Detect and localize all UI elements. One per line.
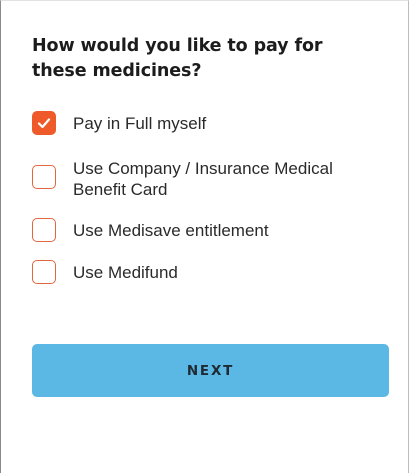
option-company-insurance-card[interactable]: Use Company / Insurance Medical Benefit …	[32, 159, 373, 200]
checkbox-medifund[interactable]	[32, 260, 56, 284]
option-medisave[interactable]: Use Medisave entitlement	[32, 218, 373, 242]
question-title: How would you like to pay for these medi…	[32, 36, 323, 81]
checkmark-icon	[37, 118, 51, 129]
payment-method-panel: How would you like to pay for these medi…	[0, 0, 409, 473]
next-button[interactable]: NEXT	[32, 344, 389, 397]
checkbox-company-insurance-card[interactable]	[32, 165, 56, 189]
checkbox-medisave[interactable]	[32, 218, 56, 242]
option-label-company-insurance-card: Use Company / Insurance Medical Benefit …	[73, 159, 333, 199]
option-medifund[interactable]: Use Medifund	[32, 260, 373, 284]
option-label-medifund: Use Medifund	[73, 263, 178, 282]
option-pay-in-full[interactable]: Pay in Full myself	[32, 111, 373, 135]
option-label-medisave: Use Medisave entitlement	[73, 221, 269, 240]
checkbox-pay-in-full[interactable]	[32, 111, 56, 135]
option-label-pay-in-full: Pay in Full myself	[73, 114, 207, 133]
